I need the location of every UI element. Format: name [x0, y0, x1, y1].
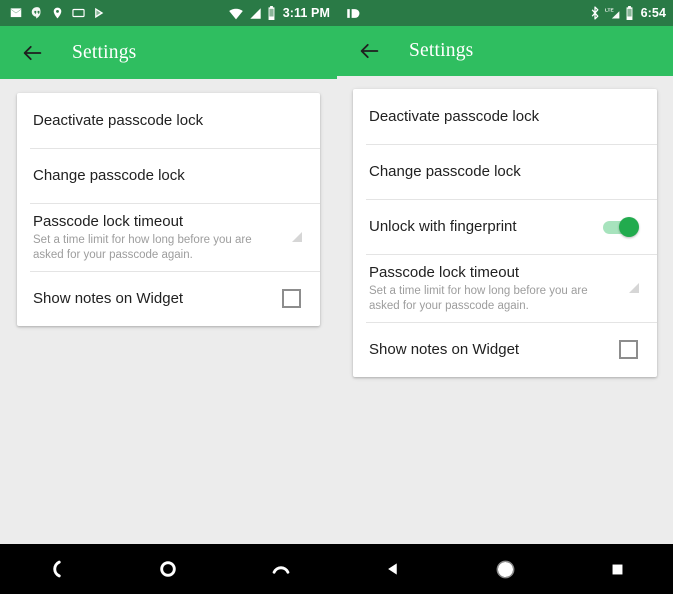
page-title: Settings: [409, 40, 474, 61]
row-title: Change passcode lock: [369, 163, 521, 180]
battery-icon: [267, 6, 276, 20]
spinner-dropdown-icon[interactable]: [629, 283, 639, 293]
system-nav-bar-left: [0, 544, 337, 594]
battery-icon: [625, 6, 634, 20]
status-clock-left: 3:11 PM: [282, 6, 330, 20]
row-title: Show notes on Widget: [369, 341, 520, 358]
row-texts: Passcode lock timeout Set a time limit f…: [369, 263, 629, 313]
unlock-with-fingerprint-switch[interactable]: [603, 216, 639, 237]
mail-icon: [9, 6, 23, 20]
row-title: Show notes on Widget: [33, 290, 184, 307]
settings-content-right: Deactivate passcode lock Change passcode…: [337, 76, 673, 544]
row-texts: Change passcode lock: [33, 166, 304, 185]
settings-card-left: Deactivate passcode lock Change passcode…: [17, 93, 320, 326]
page-title: Settings: [72, 41, 137, 63]
status-notification-icons-right: [346, 7, 361, 20]
settings-row-show-notes-on-widget[interactable]: Show notes on Widget: [17, 271, 320, 326]
svg-text:LTE: LTE: [605, 7, 614, 13]
status-system-icons-left: 3:11 PM: [228, 6, 330, 20]
pushbullet-icon: [346, 7, 361, 20]
home-nav-icon[interactable]: [473, 544, 537, 594]
row-title: Passcode lock timeout: [369, 264, 520, 281]
settings-row-show-notes-on-widget[interactable]: Show notes on Widget: [353, 322, 657, 377]
settings-row-passcode-lock-timeout[interactable]: Passcode lock timeout Set a time limit f…: [353, 254, 657, 322]
app-toolbar-right: Settings: [337, 26, 673, 76]
status-system-icons-right: LTE 6:54: [590, 6, 666, 20]
cellular-signal-icon: [249, 7, 262, 20]
row-title: Passcode lock timeout: [33, 213, 184, 230]
back-arrow-icon[interactable]: [354, 36, 384, 66]
dual-screenshot-comparison: 3:11 PM Settings Deactivate passcode loc…: [0, 0, 673, 594]
show-notes-checkbox[interactable]: [282, 289, 301, 308]
settings-row-change-passcode-lock[interactable]: Change passcode lock: [353, 144, 657, 199]
phone-screen-left: 3:11 PM Settings Deactivate passcode loc…: [0, 0, 337, 594]
status-bar-left: 3:11 PM: [0, 0, 337, 26]
settings-card-right: Deactivate passcode lock Change passcode…: [353, 89, 657, 377]
row-texts: Unlock with fingerprint: [369, 217, 603, 236]
row-texts: Deactivate passcode lock: [369, 107, 641, 126]
back-nav-icon[interactable]: [361, 544, 425, 594]
location-pin-icon: [51, 6, 64, 20]
back-nav-icon[interactable]: [24, 544, 88, 594]
status-clock-right: 6:54: [640, 6, 666, 20]
hangouts-icon: [30, 6, 44, 20]
row-texts: Show notes on Widget: [33, 289, 282, 308]
cast-screen-icon: [71, 6, 86, 20]
bluetooth-icon: [590, 6, 600, 20]
home-nav-icon[interactable]: [136, 544, 200, 594]
phone-screen-right: LTE 6:54 Settings Deactivate passcode lo…: [337, 0, 673, 594]
settings-row-passcode-lock-timeout[interactable]: Passcode lock timeout Set a time limit f…: [17, 203, 320, 271]
row-title: Deactivate passcode lock: [33, 112, 204, 129]
switch-thumb: [619, 216, 639, 237]
row-texts: Change passcode lock: [369, 162, 641, 181]
settings-row-unlock-with-fingerprint[interactable]: Unlock with fingerprint: [353, 199, 657, 254]
spinner-dropdown-icon[interactable]: [292, 232, 302, 242]
settings-content-left: Deactivate passcode lock Change passcode…: [0, 79, 337, 544]
settings-row-change-passcode-lock[interactable]: Change passcode lock: [17, 148, 320, 203]
row-title: Change passcode lock: [33, 167, 185, 184]
show-notes-checkbox[interactable]: [619, 340, 638, 359]
row-texts: Deactivate passcode lock: [33, 111, 304, 130]
status-bar-right: LTE 6:54: [337, 0, 673, 26]
settings-row-deactivate-passcode-lock[interactable]: Deactivate passcode lock: [17, 93, 320, 148]
row-title: Unlock with fingerprint: [369, 218, 517, 235]
row-subtitle: Set a time limit for how long before you…: [33, 234, 252, 261]
row-texts: Show notes on Widget: [369, 340, 619, 359]
app-toolbar-left: Settings: [0, 26, 337, 79]
row-title: Deactivate passcode lock: [369, 108, 540, 125]
wifi-icon: [228, 7, 244, 20]
recents-nav-icon[interactable]: [249, 544, 313, 594]
row-texts: Passcode lock timeout Set a time limit f…: [33, 212, 292, 262]
status-notification-icons-left: [9, 6, 106, 20]
back-arrow-icon[interactable]: [17, 38, 47, 68]
row-subtitle: Set a time limit for how long before you…: [369, 285, 588, 312]
lte-signal-icon: LTE: [605, 6, 620, 20]
system-nav-bar-right: [337, 544, 673, 594]
recents-nav-icon[interactable]: [585, 544, 649, 594]
settings-row-deactivate-passcode-lock[interactable]: Deactivate passcode lock: [353, 89, 657, 144]
play-store-icon: [93, 6, 106, 20]
